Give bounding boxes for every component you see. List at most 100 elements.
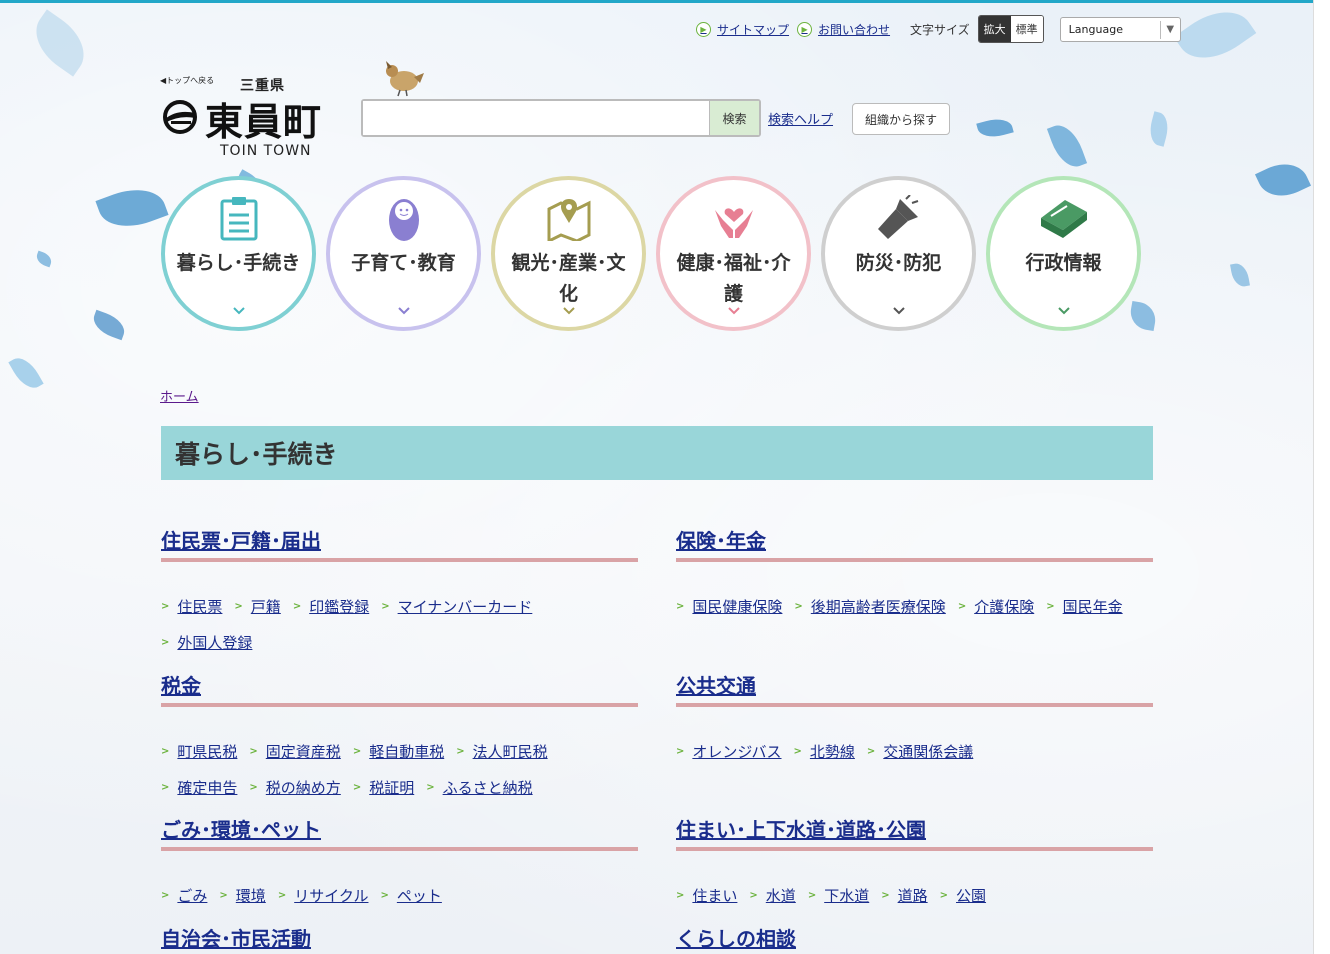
link[interactable]: 町県民税 xyxy=(177,741,237,762)
section-title-link[interactable]: ごみ･環境･ペット xyxy=(161,817,638,851)
section-title-link[interactable]: 自治会･市民活動 xyxy=(161,926,638,954)
link[interactable]: 軽自動車税 xyxy=(369,741,444,762)
link[interactable]: 国民健康保険 xyxy=(692,596,782,617)
category-health[interactable]: 健康･福祉･介護 xyxy=(656,176,811,331)
flashlight-icon xyxy=(876,194,922,242)
book-icon xyxy=(1039,194,1089,242)
link[interactable]: 交通関係会議 xyxy=(883,741,973,762)
list-item: > 税の納め方 xyxy=(249,769,340,805)
chevron-right-icon: > xyxy=(352,781,362,793)
chevron-right-icon: > xyxy=(794,600,803,612)
list-item: > 住まい xyxy=(676,877,737,913)
back-to-top-link[interactable]: ◀トップへ戻る xyxy=(160,75,214,86)
link[interactable]: 印鑑登録 xyxy=(309,596,369,617)
list-item: > 戸籍 xyxy=(234,588,280,624)
link[interactable]: 外国人登録 xyxy=(177,632,252,653)
breadcrumb-home-link[interactable]: ホーム xyxy=(160,386,199,405)
link[interactable]: 確定申告 xyxy=(177,777,237,798)
link[interactable]: ペット xyxy=(397,885,442,906)
list-item: > 国民健康保険 xyxy=(676,588,782,624)
org-search-button[interactable]: 組織から探す xyxy=(852,103,950,135)
link[interactable]: 戸籍 xyxy=(251,596,281,617)
leaf-decoration xyxy=(1127,300,1159,332)
section-title-link[interactable]: 住民票･戸籍･届出 xyxy=(161,528,638,562)
list-item: > 町県民税 xyxy=(161,733,237,769)
link[interactable]: 国民年金 xyxy=(1063,596,1123,617)
link[interactable]: ごみ xyxy=(177,885,207,906)
link-list: > 国民健康保険 > 後期高齢者医療保険 > 介護保険 > 国民年金 xyxy=(676,588,1153,624)
link[interactable]: オレンジバス xyxy=(692,741,781,762)
search-button[interactable]: 検索 xyxy=(709,101,759,135)
contact-link[interactable]: ▶ お問い合わせ xyxy=(797,21,890,38)
link[interactable]: 住民票 xyxy=(177,596,222,617)
search-help-link[interactable]: 検索ヘルプ xyxy=(768,109,833,128)
link[interactable]: 介護保険 xyxy=(974,596,1034,617)
link[interactable]: 税証明 xyxy=(369,777,414,798)
chevron-right-icon: > xyxy=(676,600,685,612)
link[interactable]: 北勢線 xyxy=(810,741,855,762)
leaf-decoration xyxy=(8,352,44,394)
chevron-right-icon: > xyxy=(957,600,967,612)
category-label: 暮らし･手続き xyxy=(176,252,301,274)
link[interactable]: 水道 xyxy=(766,885,796,906)
link[interactable]: 公園 xyxy=(956,885,986,906)
leaf-decoration xyxy=(95,179,169,237)
category-childcare[interactable]: 子育て･教育 xyxy=(326,176,481,331)
link[interactable]: 法人町民税 xyxy=(473,741,548,762)
link[interactable]: リサイクル xyxy=(294,885,368,906)
link[interactable]: 環境 xyxy=(236,885,266,906)
link[interactable]: 下水道 xyxy=(824,885,869,906)
chevron-down-icon xyxy=(232,307,245,319)
section-title-link[interactable]: 保険･年金 xyxy=(676,528,1153,562)
clipboard-icon xyxy=(219,194,259,242)
category-label: 観光･産業･文化 xyxy=(511,252,626,305)
leaf-decoration xyxy=(34,250,54,268)
font-size-big-button[interactable]: 拡大 xyxy=(978,16,1011,42)
scrollbar[interactable] xyxy=(1313,0,1330,954)
chevron-down-icon xyxy=(562,307,575,319)
list-item: > 道路 xyxy=(881,877,927,913)
hands-heart-icon xyxy=(711,194,757,242)
list-item: > 住民票 xyxy=(161,588,222,624)
link[interactable]: 住まい xyxy=(692,885,737,906)
category-tourism[interactable]: 観光･産業･文化 xyxy=(491,176,646,331)
link-list: > オレンジバス > 北勢線 > 交通関係会議 xyxy=(676,733,1153,769)
list-item: > 印鑑登録 xyxy=(293,588,369,624)
link[interactable]: 道路 xyxy=(898,885,928,906)
sitemap-link[interactable]: ▶ サイトマップ xyxy=(696,21,789,38)
link[interactable]: ふるさと納税 xyxy=(443,777,533,798)
link[interactable]: 後期高齢者医療保険 xyxy=(811,596,946,617)
list-item: > リサイクル xyxy=(278,877,369,913)
section-title-link[interactable]: くらしの相談 xyxy=(676,926,1153,954)
list-item: > 法人町民税 xyxy=(456,733,547,769)
link[interactable]: マイナンバーカード xyxy=(398,596,533,617)
town-name-logo[interactable]: 東員町 xyxy=(205,91,322,146)
section-title-link[interactable]: 公共交通 xyxy=(676,673,1153,707)
search-box: 検索 xyxy=(361,99,761,137)
category-disaster[interactable]: 防災･防犯 xyxy=(821,176,976,331)
category-administration[interactable]: 行政情報 xyxy=(986,176,1141,331)
chevron-right-icon: > xyxy=(807,889,817,901)
chevron-right-icon: > xyxy=(249,781,258,793)
link-list: > 住民票 > 戸籍 > 印鑑登録 > マイナンバーカード > 外国人登録 xyxy=(161,588,638,660)
section-community: 自治会･市民活動 xyxy=(161,926,638,954)
list-item: > 後期高齢者医療保険 xyxy=(794,588,945,624)
chevron-down-icon xyxy=(397,307,410,319)
leaf-decoration xyxy=(1046,119,1088,173)
category-living[interactable]: 暮らし･手続き xyxy=(161,176,316,331)
leaf-decoration xyxy=(976,114,1014,142)
search-input[interactable] xyxy=(363,101,709,135)
link[interactable]: 税の納め方 xyxy=(266,777,341,798)
section-title-link[interactable]: 税金 xyxy=(161,673,638,707)
language-select[interactable]: Language ▼ xyxy=(1059,16,1181,42)
bird-mascot-icon xyxy=(386,61,424,97)
town-name-english: TOIN TOWN xyxy=(220,143,312,159)
section-title-link[interactable]: 住まい･上下水道･道路･公園 xyxy=(676,817,1153,851)
chevron-right-icon: > xyxy=(793,745,802,757)
chevron-right-icon: > xyxy=(161,781,170,793)
chevron-right-icon: > xyxy=(676,889,685,901)
font-size-standard-button[interactable]: 標準 xyxy=(1010,16,1043,42)
chevron-right-icon: > xyxy=(456,745,465,757)
list-item: > オレンジバス xyxy=(676,733,782,769)
link[interactable]: 固定資産税 xyxy=(266,741,341,762)
